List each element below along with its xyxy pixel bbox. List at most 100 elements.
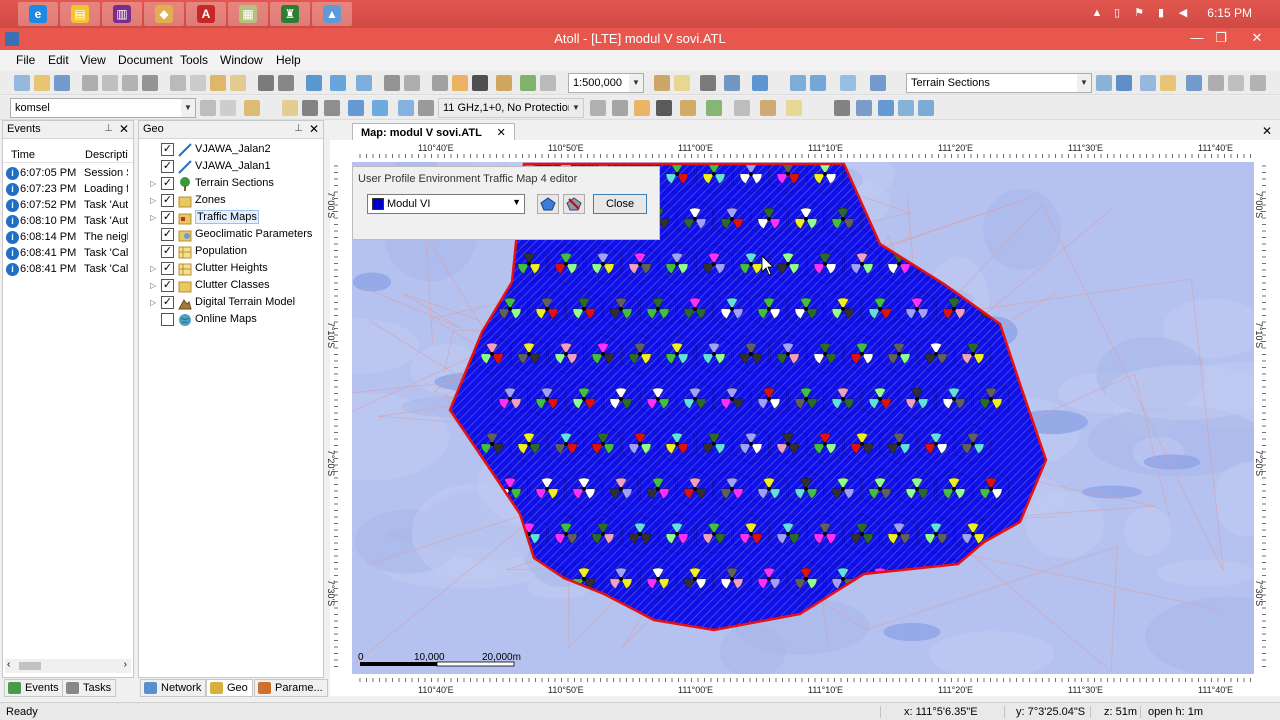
visibility-checkbox[interactable]: ✓ (161, 279, 174, 292)
expand-icon[interactable]: ▷ (150, 179, 156, 188)
site-marker[interactable] (675, 442, 679, 446)
network-icon[interactable]: ▮ (1154, 6, 1168, 20)
map-close-icon[interactable]: ✕ (1262, 124, 1272, 138)
taskbar-app-atoll[interactable]: ▲ (312, 2, 352, 26)
phone-icon[interactable]: ▯ (1110, 6, 1124, 20)
site-marker[interactable] (971, 442, 975, 446)
site-marker[interactable] (897, 442, 901, 446)
visibility-checkbox[interactable]: ✓ (161, 211, 174, 224)
site-marker[interactable] (841, 307, 845, 311)
site-marker[interactable] (897, 352, 901, 356)
flag-icon[interactable]: ⚑ (1132, 6, 1146, 20)
toolbar2-tool-8-icon[interactable] (372, 100, 388, 116)
taskbar-app-winrar[interactable]: ▥ (102, 2, 142, 26)
site-marker[interactable] (934, 532, 938, 536)
site-marker[interactable] (860, 442, 864, 446)
site-marker[interactable] (878, 307, 882, 311)
toolbar-tool-31-icon[interactable] (810, 75, 826, 91)
site-marker[interactable] (545, 487, 549, 491)
site-marker[interactable] (712, 532, 716, 536)
scroll-right-icon[interactable]: › (124, 659, 127, 670)
menu-file[interactable]: File (16, 53, 35, 67)
site-marker[interactable] (989, 397, 993, 401)
toolbar2-tool-18-icon[interactable] (760, 100, 776, 116)
volume-icon[interactable]: ◀ (1176, 6, 1190, 20)
toolbar2-tool-16-icon[interactable] (706, 100, 722, 116)
toolbar2-tool-2-icon[interactable] (220, 100, 236, 116)
toolbar-tool-3-icon[interactable] (54, 75, 70, 91)
site-marker[interactable] (527, 262, 531, 266)
menu-document[interactable]: Document (118, 53, 173, 67)
toolbar-tool-5-icon[interactable] (102, 75, 118, 91)
site-marker[interactable] (638, 532, 642, 536)
site-marker[interactable] (767, 307, 771, 311)
site-marker[interactable] (601, 352, 605, 356)
visibility-checkbox[interactable]: ✓ (161, 296, 174, 309)
site-marker[interactable] (712, 442, 716, 446)
site-marker[interactable] (878, 397, 882, 401)
site-marker[interactable] (915, 397, 919, 401)
site-marker[interactable] (490, 352, 494, 356)
toolbar-tool-2-icon[interactable] (34, 75, 50, 91)
site-marker[interactable] (730, 397, 734, 401)
site-marker[interactable] (786, 262, 790, 266)
site-marker[interactable] (693, 217, 697, 221)
toolbar2-tool-5-icon[interactable] (302, 100, 318, 116)
toolbar2-tool-24-icon[interactable] (918, 100, 934, 116)
toolbar-tool-24-icon[interactable] (540, 75, 556, 91)
site-marker[interactable] (971, 532, 975, 536)
toolbar-tool-29-icon[interactable] (752, 75, 768, 91)
toolbar-tool-38-icon[interactable] (1186, 75, 1202, 91)
toolbar-tool-22-icon[interactable] (496, 75, 512, 91)
site-marker[interactable] (527, 442, 531, 446)
toolbar-tool-12-icon[interactable] (258, 75, 274, 91)
site-marker[interactable] (601, 442, 605, 446)
site-marker[interactable] (712, 172, 716, 176)
site-marker[interactable] (564, 442, 568, 446)
site-marker[interactable] (989, 487, 993, 491)
site-marker[interactable] (804, 577, 808, 581)
site-marker[interactable] (693, 487, 697, 491)
taskbar-app-file-explorer[interactable]: ▤ (60, 2, 100, 26)
visibility-checkbox[interactable]: ✓ (161, 143, 174, 156)
site-marker[interactable] (786, 532, 790, 536)
toolbar2-tool-17-icon[interactable] (734, 100, 750, 116)
filter-combo[interactable]: komsel ▼ (10, 98, 196, 118)
site-marker[interactable] (527, 352, 531, 356)
delete-polygon-button[interactable] (563, 194, 585, 214)
site-marker[interactable] (823, 262, 827, 266)
menu-window[interactable]: Window (220, 53, 263, 67)
menu-view[interactable]: View (80, 53, 106, 67)
site-marker[interactable] (656, 577, 660, 581)
toolbar-tool-21-icon[interactable] (472, 75, 488, 91)
site-marker[interactable] (730, 487, 734, 491)
draw-polygon-button[interactable] (537, 194, 559, 214)
site-marker[interactable] (508, 487, 512, 491)
site-marker[interactable] (952, 397, 956, 401)
site-marker[interactable] (564, 352, 568, 356)
site-marker[interactable] (767, 487, 771, 491)
expand-icon[interactable]: ▷ (150, 298, 156, 307)
toolbar-tool-8-icon[interactable] (170, 75, 186, 91)
toolbar-tool-27-icon[interactable] (700, 75, 716, 91)
site-marker[interactable] (878, 487, 882, 491)
taskbar-app-internet-explorer[interactable]: e (18, 2, 58, 26)
menu-edit[interactable]: Edit (48, 53, 69, 67)
site-marker[interactable] (823, 172, 827, 176)
site-marker[interactable] (545, 307, 549, 311)
site-marker[interactable] (619, 577, 623, 581)
toolbar-tool-11-icon[interactable] (230, 75, 246, 91)
site-marker[interactable] (656, 487, 660, 491)
toolbar-tool-39-icon[interactable] (1208, 75, 1224, 91)
toolbar-tool-25-icon[interactable] (654, 75, 670, 91)
site-marker[interactable] (619, 307, 623, 311)
clock[interactable]: 6:15 PM (1207, 6, 1252, 20)
terrain-sections-combo[interactable]: Terrain Sections ▼ (906, 73, 1092, 93)
site-marker[interactable] (675, 172, 679, 176)
site-marker[interactable] (971, 352, 975, 356)
site-marker[interactable] (897, 262, 901, 266)
site-marker[interactable] (749, 532, 753, 536)
toolbar2-tool-7-icon[interactable] (348, 100, 364, 116)
toolbar-tool-30-icon[interactable] (790, 75, 806, 91)
toolbar-tool-1-icon[interactable] (14, 75, 30, 91)
